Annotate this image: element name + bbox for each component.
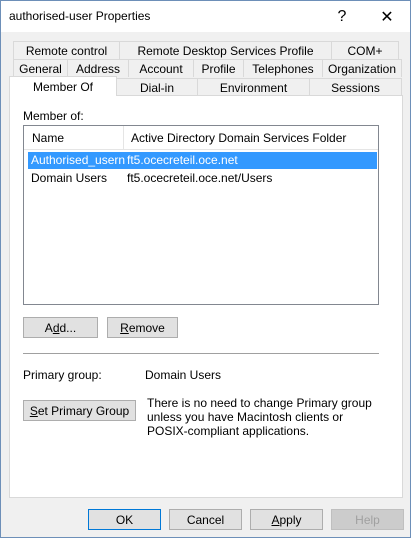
list-item-name: Domain Users	[31, 171, 108, 185]
tab-sessions[interactable]: Sessions	[309, 78, 402, 96]
tab-profile[interactable]: Profile	[193, 59, 244, 77]
add-button-label-suffix: d...	[59, 320, 77, 335]
cancel-button[interactable]: Cancel	[169, 509, 242, 530]
remove-button-label-suffix: emove	[128, 320, 165, 335]
column-header-name[interactable]: Name	[26, 126, 64, 150]
list-header: Name Active Directory Domain Services Fo…	[24, 126, 378, 150]
apply-button[interactable]: Apply	[250, 509, 323, 530]
column-header-folder[interactable]: Active Directory Domain Services Folder	[125, 126, 346, 150]
set-primary-group-accelerator: S	[29, 403, 38, 418]
window-title: authorised-user Properties	[9, 9, 151, 23]
set-primary-group-button[interactable]: Set Primary Group	[23, 400, 136, 421]
member-of-label: Member of:	[23, 109, 84, 123]
separator-line	[23, 353, 379, 354]
apply-button-accelerator: A	[271, 512, 280, 527]
tab-environment[interactable]: Environment	[197, 78, 310, 96]
properties-dialog: authorised-user Properties ? ✕ Remote co…	[0, 0, 411, 538]
column-separator[interactable]	[123, 126, 124, 150]
list-item[interactable]: Authorised_usern... ft5.ocecreteil.oce.n…	[28, 152, 377, 169]
list-item[interactable]: Domain Users ft5.ocecreteil.oce.net/User…	[28, 170, 377, 187]
primary-group-note: There is no need to change Primary group…	[147, 396, 372, 438]
tab-remote-control[interactable]: Remote control	[13, 41, 120, 59]
help-icon[interactable]: ?	[319, 1, 365, 32]
tab-account[interactable]: Account	[128, 59, 194, 77]
set-primary-group-label-suffix: et Primary Group	[37, 403, 130, 418]
tab-com-plus[interactable]: COM+	[331, 41, 399, 59]
tab-telephones[interactable]: Telephones	[243, 59, 323, 77]
tab-member-of[interactable]: Member Of	[9, 76, 117, 96]
title-bar[interactable]: authorised-user Properties ? ✕	[1, 1, 410, 32]
remove-button-accelerator: R	[120, 320, 129, 335]
list-item-folder: ft5.ocecreteil.oce.net	[127, 153, 238, 167]
add-button-label-prefix: A	[44, 320, 53, 335]
primary-group-label: Primary group:	[23, 368, 102, 382]
close-icon[interactable]: ✕	[364, 1, 410, 32]
member-of-list[interactable]: Name Active Directory Domain Services Fo…	[23, 125, 379, 305]
tab-address[interactable]: Address	[67, 59, 129, 77]
apply-button-label-suffix: pply	[279, 512, 302, 527]
help-button: Help	[331, 509, 404, 530]
add-button[interactable]: Ad d...	[23, 317, 98, 338]
tab-dial-in[interactable]: Dial-in	[116, 78, 198, 96]
tab-general[interactable]: General	[13, 59, 68, 77]
tab-remote-desktop-services-profile[interactable]: Remote Desktop Services Profile	[119, 41, 332, 59]
tab-organization[interactable]: Organization	[322, 59, 402, 77]
add-button-accelerator: d	[52, 320, 60, 335]
primary-group-value: Domain Users	[145, 368, 222, 382]
list-item-folder: ft5.ocecreteil.oce.net/Users	[127, 171, 273, 185]
list-item-name: Authorised_usern...	[31, 153, 126, 167]
ok-button[interactable]: OK	[88, 509, 161, 530]
remove-button[interactable]: Remove	[107, 317, 178, 338]
